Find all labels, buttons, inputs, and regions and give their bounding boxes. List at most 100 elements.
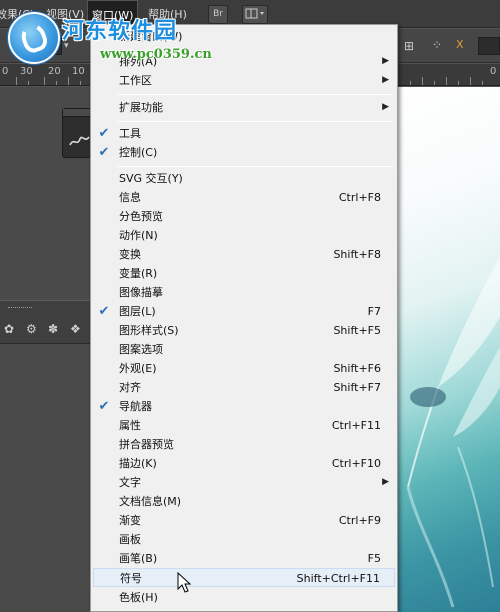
mouse-cursor-icon <box>177 572 192 593</box>
menu-item-transform[interactable]: 变换 Shift+F8 <box>93 245 395 264</box>
checkmark-icon: ✔ <box>98 126 110 141</box>
menu-item-shortcut: F7 <box>367 305 381 318</box>
submenu-arrow-icon: ▶ <box>382 477 389 487</box>
menu-item-label: 画笔(B) <box>119 552 158 565</box>
checkmark-icon: ✔ <box>98 304 110 319</box>
symbol-shifter-icon[interactable]: ⚙ <box>26 322 37 336</box>
menu-item-shortcut: Ctrl+F8 <box>338 191 381 204</box>
arrange-documents-button[interactable] <box>242 5 268 24</box>
ruler-tick <box>482 81 483 85</box>
ruler-tick <box>16 77 17 85</box>
menu-item-label: 图案选项 <box>119 343 163 356</box>
watermark-url: www.pc0359.cn <box>100 47 212 62</box>
menu-item-appearance[interactable]: 外观(E) Shift+F6 <box>93 359 395 378</box>
menu-item-shortcut: Ctrl+F10 <box>331 457 381 470</box>
menu-item-label: 画板 <box>119 533 141 546</box>
menu-item-shortcut: Shift+F7 <box>333 381 381 394</box>
menu-item-label: 动作(N) <box>119 229 158 242</box>
transform-grid-icon[interactable]: ⊞ <box>404 39 414 53</box>
menu-item-label: 工作区 <box>119 74 152 87</box>
menu-item-svg-interactivity[interactable]: SVG 交互(Y) <box>93 169 395 188</box>
menu-item-label: 图像描摹 <box>119 286 163 299</box>
brush-stroke-icon <box>69 136 90 146</box>
menu-item-variables[interactable]: 变量(R) <box>93 264 395 283</box>
ruler-tick <box>458 81 459 85</box>
feather-artwork <box>406 257 500 608</box>
menu-item-label: 图形样式(S) <box>119 324 179 337</box>
ruler-label: 30 <box>20 66 33 77</box>
menu-item-shortcut: Shift+F8 <box>333 248 381 261</box>
symbol-sizer-icon[interactable]: ❖ <box>70 322 81 336</box>
ruler-label: 0 <box>2 66 9 77</box>
symbol-scruncher-icon[interactable]: ✽ <box>48 322 58 336</box>
symbol-sprayer-icon[interactable]: ✿ <box>4 322 14 336</box>
window-menu-dropdown: 新建窗口(W) 排列(A) ▶ 工作区 ▶ 扩展功能 ▶ ✔ 工具 ✔ 控制(C… <box>90 24 398 612</box>
menu-item-label: 外观(E) <box>119 362 157 375</box>
ruler-label: 20 <box>48 66 61 77</box>
watermark-logo-icon <box>8 12 60 64</box>
menu-item-label: SVG 交互(Y) <box>119 172 183 185</box>
watermark-title: 河东软件园 <box>62 18 178 44</box>
workspace-left <box>0 87 90 612</box>
ruler-tick <box>80 81 81 85</box>
menu-item-label: 变量(R) <box>119 267 158 280</box>
menu-item-brushes[interactable]: 画笔(B) F5 <box>93 549 395 568</box>
menu-item-label: 描边(K) <box>119 457 157 470</box>
menu-item-layers[interactable]: ✔ 图层(L) F7 <box>93 302 395 321</box>
menu-item-info[interactable]: 信息 Ctrl+F8 <box>93 188 395 207</box>
menu-item-image-trace[interactable]: 图像描摹 <box>93 283 395 302</box>
menu-item-label: 符号 <box>120 572 142 585</box>
menu-item-label: 文档信息(M) <box>119 495 182 508</box>
artboard-canvas[interactable] <box>398 87 500 612</box>
menu-item-actions[interactable]: 动作(N) <box>93 226 395 245</box>
menu-item-control[interactable]: ✔ 控制(C) <box>93 143 395 162</box>
menu-item-label: 对齐 <box>119 381 141 394</box>
panel-header[interactable] <box>63 109 91 117</box>
menu-item-shortcut: Ctrl+F11 <box>331 419 381 432</box>
menu-item-label: 属性 <box>119 419 141 432</box>
menu-item-document-info[interactable]: 文档信息(M) <box>93 492 395 511</box>
menu-item-workspace[interactable]: 工作区 ▶ <box>93 71 395 90</box>
menu-item-label: 渐变 <box>119 514 141 527</box>
ruler-tick <box>434 81 435 85</box>
menu-item-label: 扩展功能 <box>119 101 163 114</box>
bridge-button[interactable]: Br <box>208 5 228 24</box>
menu-item-attributes[interactable]: 属性 Ctrl+F11 <box>93 416 395 435</box>
menu-item-navigator[interactable]: ✔ 导航器 <box>93 397 395 416</box>
menu-item-type[interactable]: 文字 ▶ <box>93 473 395 492</box>
menu-item-label: 色板(H) <box>119 591 158 604</box>
ruler-tick <box>68 77 69 85</box>
ruler-tick <box>422 77 423 85</box>
menu-item-shortcut: Shift+Ctrl+F11 <box>296 572 380 585</box>
menu-item-label: 工具 <box>119 127 141 140</box>
menu-item-label: 分色预览 <box>119 210 163 223</box>
menu-item-flattener-preview[interactable]: 拼合器预览 <box>93 435 395 454</box>
checkmark-icon: ✔ <box>98 145 110 160</box>
menu-separator <box>117 94 393 95</box>
submenu-arrow-icon: ▶ <box>382 56 389 66</box>
menu-item-pattern-options[interactable]: 图案选项 <box>93 340 395 359</box>
menu-item-tools[interactable]: ✔ 工具 <box>93 124 395 143</box>
menu-item-artboards[interactable]: 画板 <box>93 530 395 549</box>
x-coordinate-field[interactable] <box>478 37 500 55</box>
panel-grip[interactable] <box>8 307 32 309</box>
arrange-documents-icon <box>245 8 264 19</box>
ruler-tick <box>446 77 447 85</box>
menu-item-extensions[interactable]: 扩展功能 ▶ <box>93 98 395 117</box>
reference-point-icon[interactable]: X <box>456 38 464 52</box>
menu-item-label: 导航器 <box>119 400 152 413</box>
menu-item-swatches[interactable]: 色板(H) <box>93 588 395 607</box>
menu-item-label: 变换 <box>119 248 141 261</box>
floating-tool-panel[interactable] <box>62 108 92 158</box>
menu-item-symbols[interactable]: 符号 Shift+Ctrl+F11 <box>93 568 395 587</box>
menu-item-align[interactable]: 对齐 Shift+F7 <box>93 378 395 397</box>
align-icon[interactable]: ⁘ <box>432 38 442 52</box>
menu-item-gradient[interactable]: 渐变 Ctrl+F9 <box>93 511 395 530</box>
menu-item-label: 文字 <box>119 476 141 489</box>
menu-item-shortcut: F5 <box>367 552 381 565</box>
ruler-tick <box>44 77 45 85</box>
menu-item-shortcut: Ctrl+F9 <box>338 514 381 527</box>
menu-item-stroke[interactable]: 描边(K) Ctrl+F10 <box>93 454 395 473</box>
menu-item-graphic-styles[interactable]: 图形样式(S) Shift+F5 <box>93 321 395 340</box>
menu-item-separations-preview[interactable]: 分色预览 <box>93 207 395 226</box>
